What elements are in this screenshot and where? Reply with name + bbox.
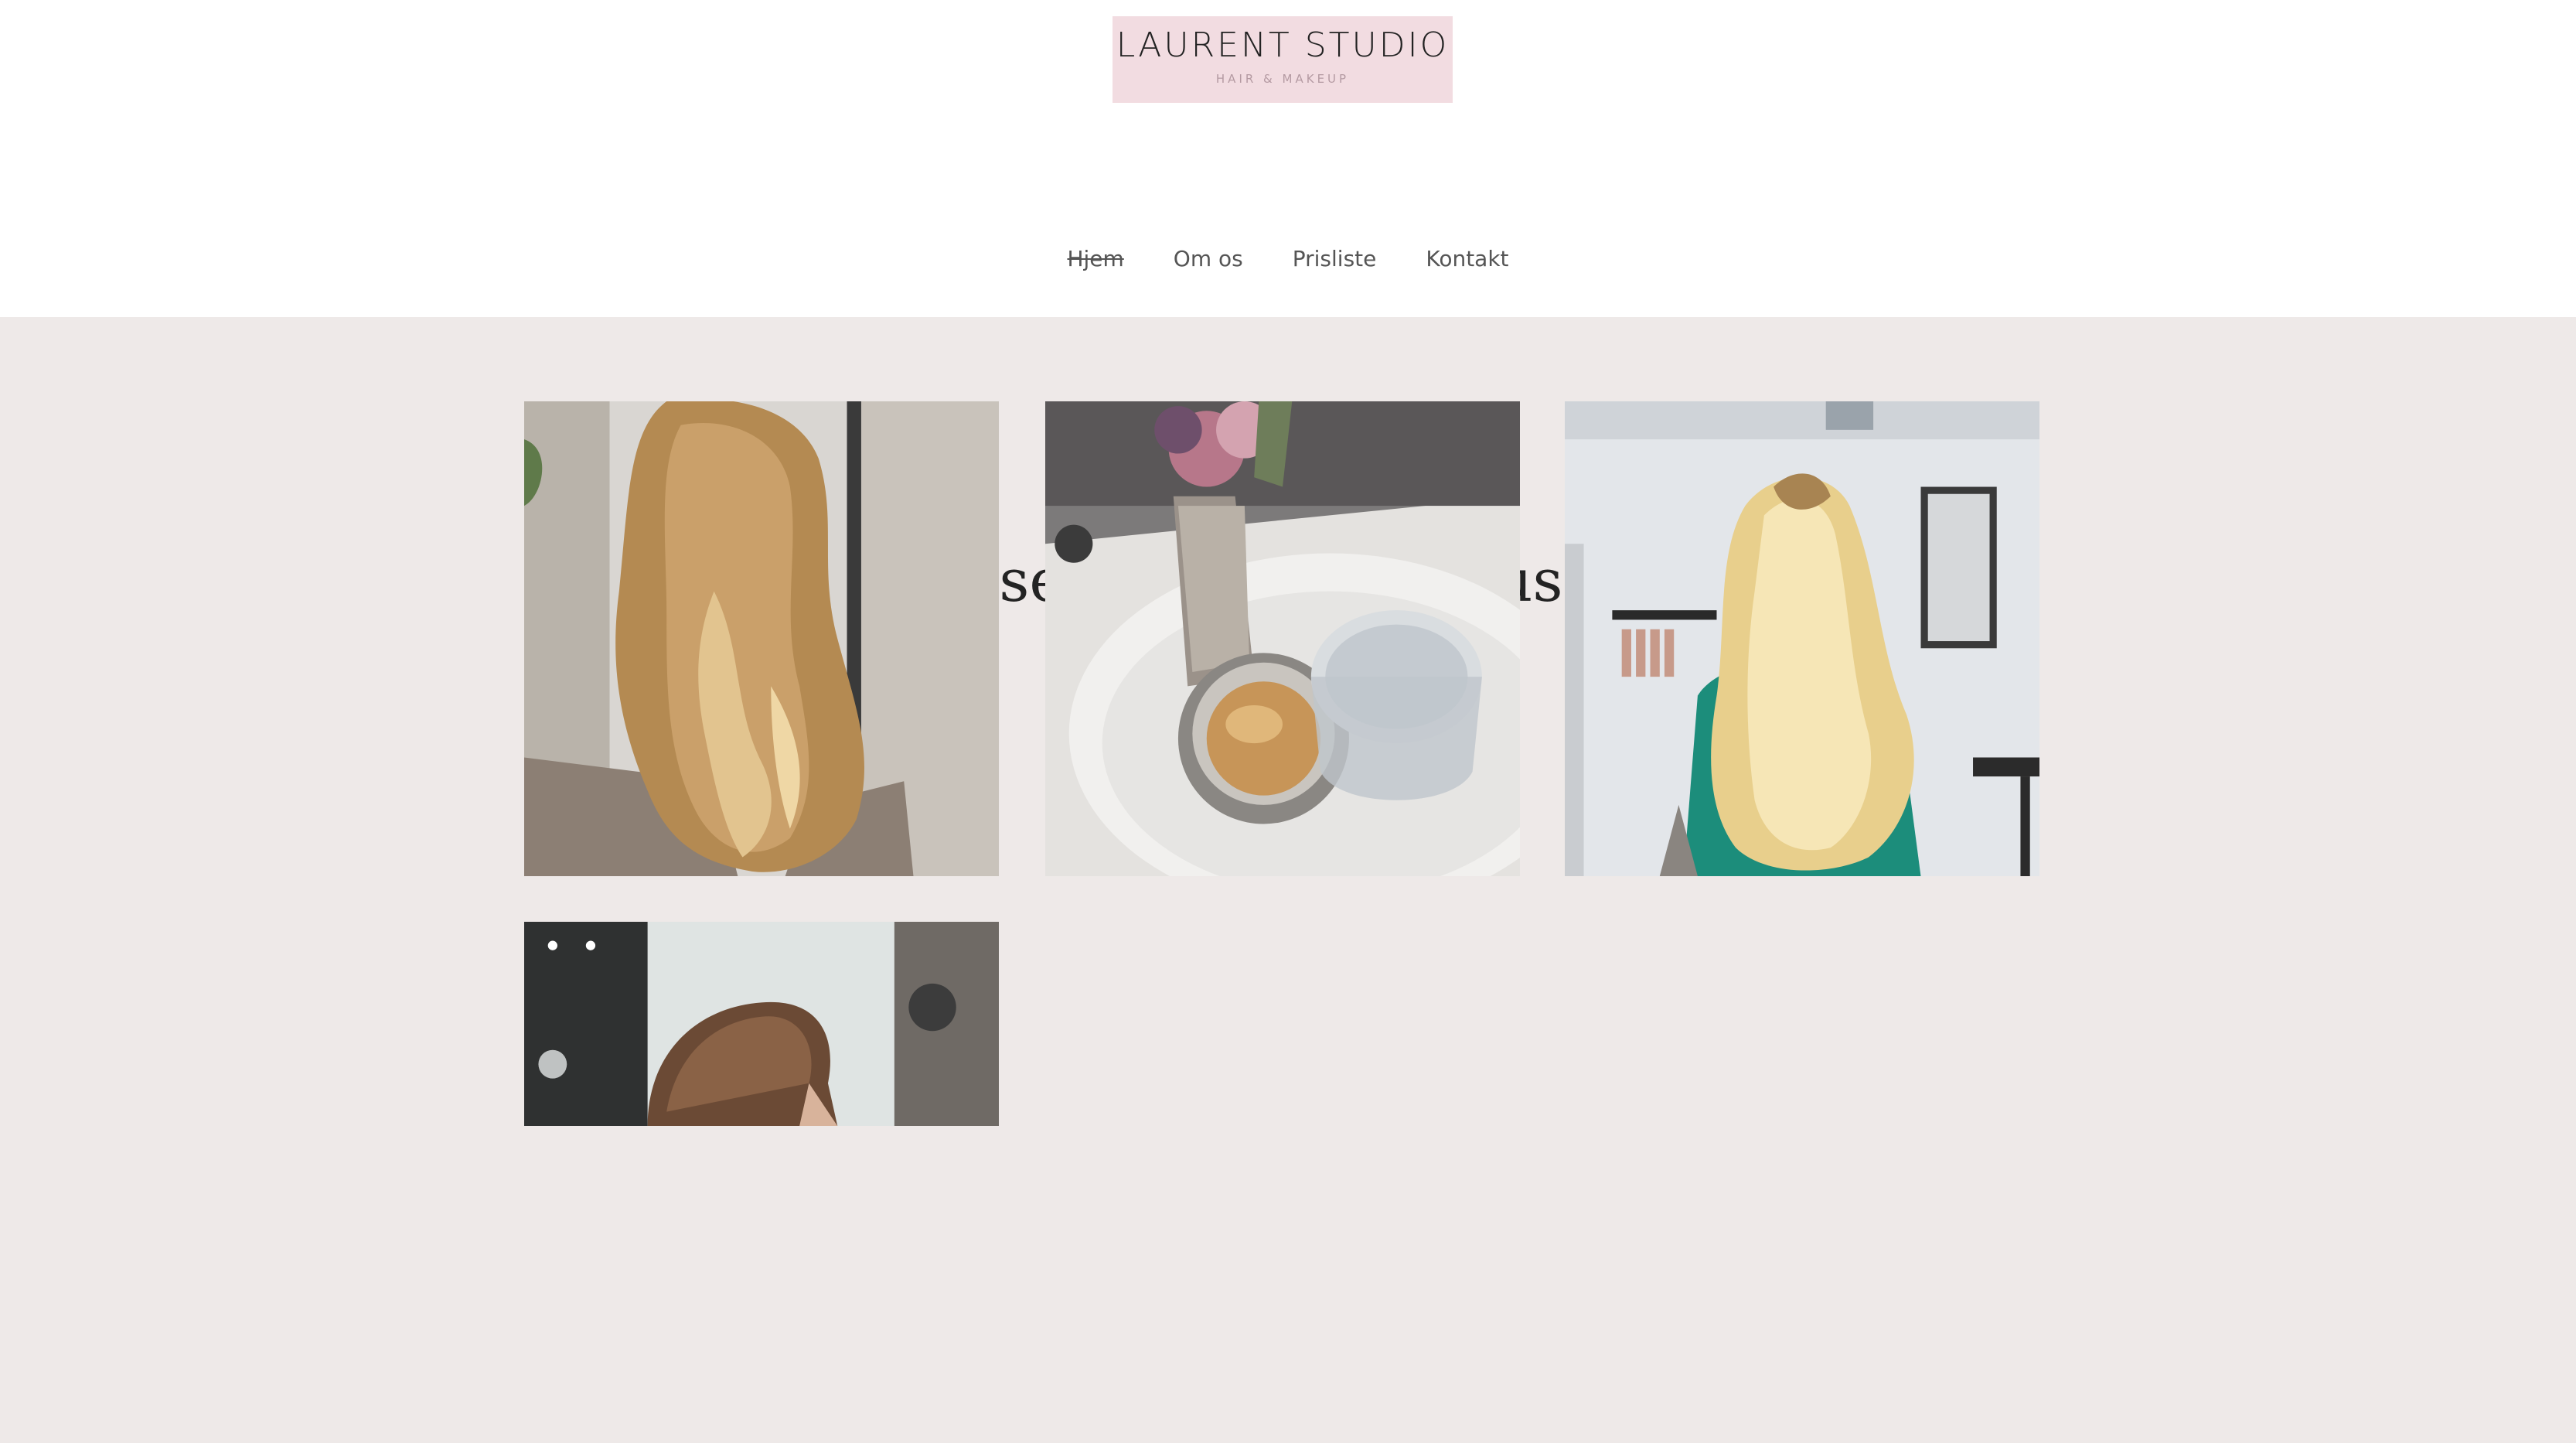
logo-subtitle: HAIR & MAKEUP	[1215, 72, 1350, 86]
nav-item-hjem[interactable]: Hjem	[1067, 246, 1123, 280]
logo-title: LAURENT STUDIO	[1116, 26, 1450, 65]
site-header: LAURENT STUDIO HAIR & MAKEUP Hjem Om os …	[0, 0, 2576, 317]
nav-item-om-os[interactable]: Om os	[1174, 246, 1243, 280]
logo[interactable]: LAURENT STUDIO HAIR & MAKEUP	[1113, 16, 1453, 103]
nav-item-kontakt[interactable]: Kontakt	[1426, 246, 1508, 280]
nav-item-prisliste[interactable]: Prisliste	[1293, 246, 1377, 280]
main-nav: Hjem Om os Prisliste Kontakt	[0, 246, 2576, 280]
gallery-photo-platinum-blonde[interactable]	[1565, 401, 2039, 876]
gallery-photo-coffee-water[interactable]	[1045, 401, 1520, 876]
gallery-photo-blonde-balayage[interactable]	[524, 401, 999, 876]
gallery-photo-mens-haircut[interactable]	[524, 922, 999, 1126]
